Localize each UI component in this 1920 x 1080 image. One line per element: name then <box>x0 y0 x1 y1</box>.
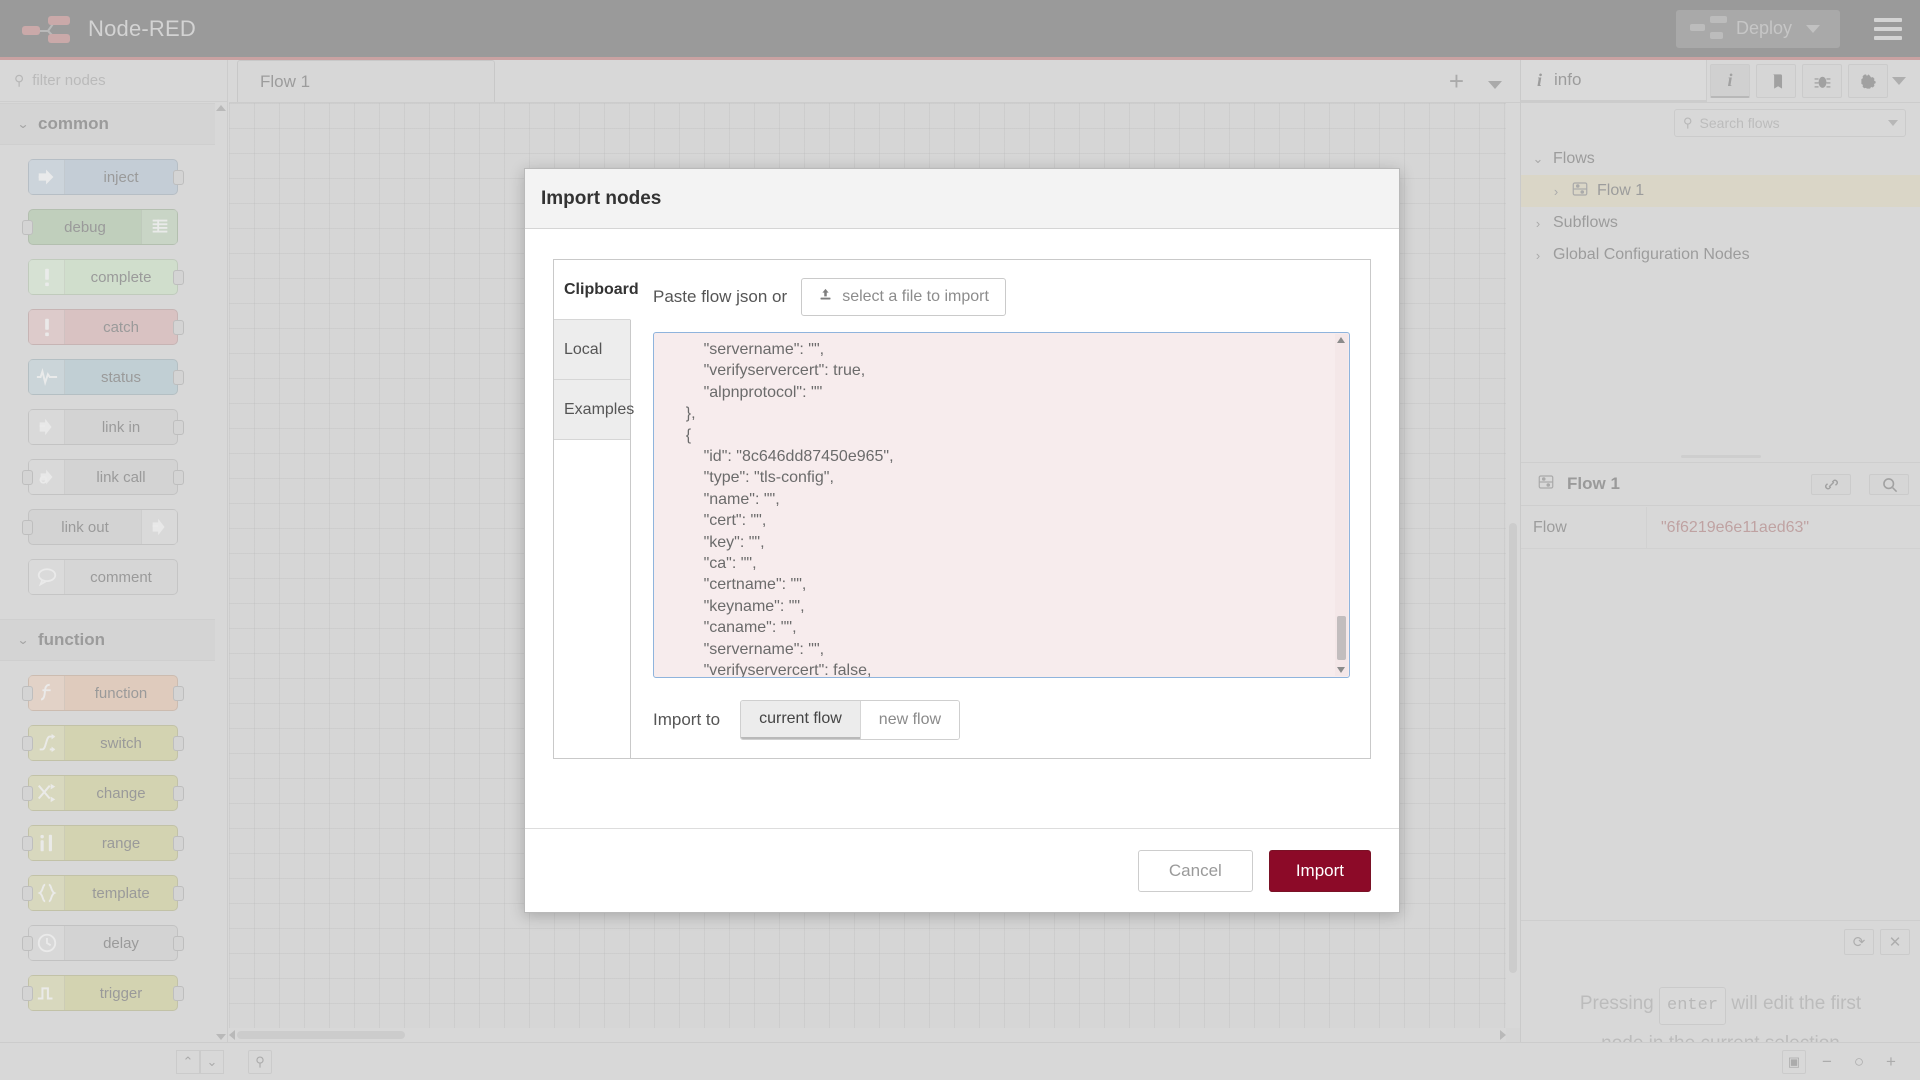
import-button[interactable]: Import <box>1268 849 1371 892</box>
upload-icon <box>818 287 833 307</box>
import-tab-clipboard[interactable]: Clipboard <box>554 260 639 320</box>
import-paste-row: Paste flow json or select a file to impo… <box>653 278 1350 316</box>
import-target-row: Import to current flow new flow <box>653 700 1350 740</box>
import-nodes-dialog: Import nodes Clipboard Local Examples Pa… <box>524 168 1400 913</box>
import-tab-clipboard-label: Clipboard <box>564 280 639 298</box>
import-to-label: Import to <box>653 710 721 729</box>
paste-json-label: Paste flow json or <box>653 287 788 306</box>
cancel-button[interactable]: Cancel <box>1137 849 1253 892</box>
import-tab-local[interactable]: Local <box>554 320 630 380</box>
import-target-segmented: current flow new flow <box>740 700 961 740</box>
json-scrollbar[interactable] <box>1335 334 1348 676</box>
dialog-title: Import nodes <box>541 187 662 209</box>
import-panel: Clipboard Local Examples Paste flow json… <box>553 259 1371 759</box>
select-file-button[interactable]: select a file to import <box>801 278 1006 316</box>
import-target-current-flow[interactable]: current flow <box>741 701 860 739</box>
select-file-button-label: select a file to import <box>842 288 989 305</box>
import-target-current-flow-label: current flow <box>759 710 842 727</box>
import-target-new-flow[interactable]: new flow <box>859 701 960 739</box>
scroll-down-icon[interactable] <box>1337 667 1345 673</box>
dialog-body: Clipboard Local Examples Paste flow json… <box>525 229 1399 828</box>
import-source-tabs: Clipboard Local Examples <box>554 260 639 758</box>
flow-json-content[interactable]: "servername": "", "verifyservercert": tr… <box>654 333 1349 677</box>
import-tab-local-label: Local <box>564 340 603 358</box>
import-tab-examples-label: Examples <box>564 400 635 418</box>
scroll-up-icon[interactable] <box>1337 337 1345 343</box>
dialog-footer: Cancel Import <box>525 828 1399 912</box>
import-tab-examples[interactable]: Examples <box>554 380 634 440</box>
import-target-new-flow-label: new flow <box>878 711 942 728</box>
flow-json-textarea[interactable]: "servername": "", "verifyservercert": tr… <box>653 332 1350 678</box>
dialog-titlebar: Import nodes <box>525 169 1399 229</box>
import-clipboard-pane: Paste flow json or select a file to impo… <box>631 260 1370 758</box>
